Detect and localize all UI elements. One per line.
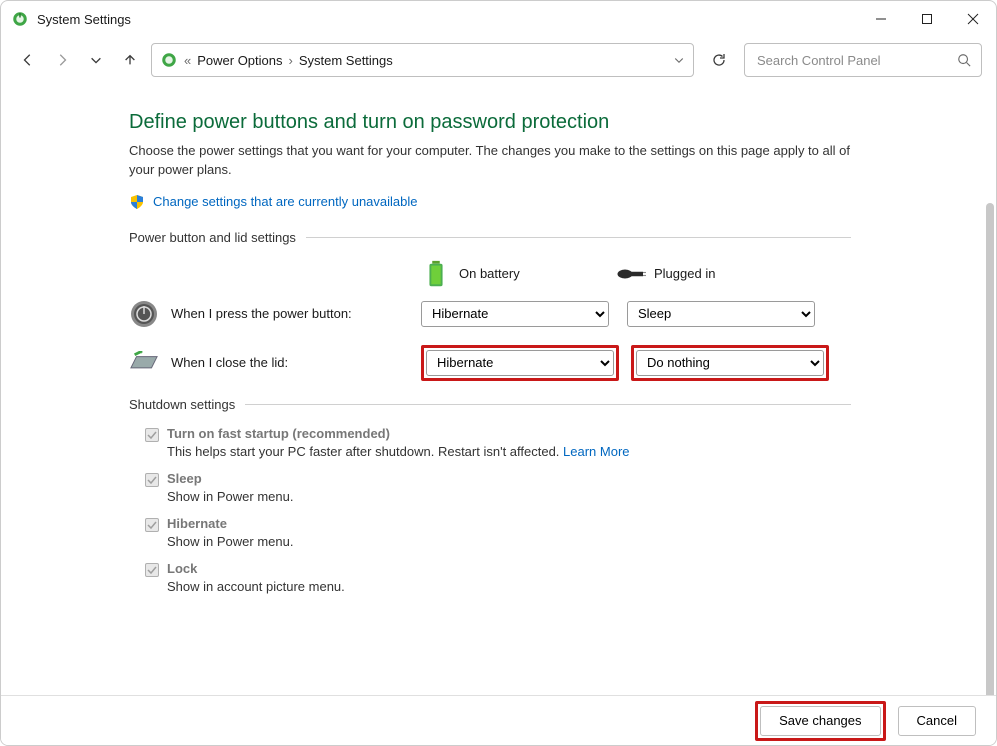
group-power-button-lid: Power button and lid settings bbox=[129, 230, 851, 245]
search-input[interactable] bbox=[755, 52, 949, 69]
lock-checkbox bbox=[145, 563, 159, 577]
power-button-icon bbox=[129, 299, 159, 329]
maximize-button[interactable] bbox=[904, 1, 950, 37]
cancel-button[interactable]: Cancel bbox=[898, 706, 976, 736]
hibernate-desc: Show in Power menu. bbox=[167, 534, 851, 549]
footer: Save changes Cancel bbox=[1, 695, 996, 745]
address-bar[interactable]: « Power Options › System Settings bbox=[151, 43, 694, 77]
lid-icon bbox=[129, 351, 159, 374]
breadcrumb-current[interactable]: System Settings bbox=[299, 53, 393, 68]
highlight-lid-plugged: Do nothing bbox=[631, 345, 829, 381]
save-button[interactable]: Save changes bbox=[760, 706, 880, 736]
recent-dropdown[interactable] bbox=[83, 47, 109, 73]
minimize-button[interactable] bbox=[858, 1, 904, 37]
sleep-desc: Show in Power menu. bbox=[167, 489, 851, 504]
chevron-right-icon: › bbox=[289, 53, 293, 68]
power-button-plugged-select[interactable]: Sleep bbox=[627, 301, 815, 327]
col-plugged-label: Plugged in bbox=[654, 266, 715, 281]
refresh-button[interactable] bbox=[702, 43, 736, 77]
shield-icon bbox=[129, 194, 145, 210]
lid-plugged-select[interactable]: Do nothing bbox=[636, 350, 824, 376]
lock-label: Lock bbox=[167, 561, 197, 576]
window: System Settings « Power Options › System… bbox=[0, 0, 997, 746]
lid-row-label: When I close the lid: bbox=[171, 355, 288, 370]
window-title: System Settings bbox=[37, 12, 131, 27]
address-dropdown-icon[interactable] bbox=[673, 54, 685, 66]
sleep-checkbox bbox=[145, 473, 159, 487]
col-battery-label: On battery bbox=[459, 266, 520, 281]
up-button[interactable] bbox=[117, 47, 143, 73]
hibernate-checkbox bbox=[145, 518, 159, 532]
plug-icon bbox=[616, 259, 646, 289]
power-button-row-label: When I press the power button: bbox=[171, 306, 352, 321]
highlight-save: Save changes bbox=[755, 701, 885, 741]
hibernate-label: Hibernate bbox=[167, 516, 227, 531]
power-button-battery-select[interactable]: Hibernate bbox=[421, 301, 609, 327]
back-button[interactable] bbox=[15, 47, 41, 73]
forward-button[interactable] bbox=[49, 47, 75, 73]
fast-startup-label: Turn on fast startup (recommended) bbox=[167, 426, 390, 441]
titlebar: System Settings bbox=[1, 1, 996, 37]
close-button[interactable] bbox=[950, 1, 996, 37]
lock-desc: Show in account picture menu. bbox=[167, 579, 851, 594]
sleep-label: Sleep bbox=[167, 471, 202, 486]
app-icon bbox=[11, 10, 29, 28]
breadcrumb-ellipsis[interactable]: « bbox=[184, 53, 191, 68]
group-title: Shutdown settings bbox=[129, 397, 235, 412]
learn-more-link[interactable]: Learn More bbox=[563, 444, 629, 459]
location-icon bbox=[160, 51, 178, 69]
page-title: Define power buttons and turn on passwor… bbox=[129, 111, 851, 134]
scrollbar[interactable] bbox=[986, 203, 994, 695]
unlock-settings-link[interactable]: Change settings that are currently unava… bbox=[153, 194, 418, 209]
fast-startup-desc: This helps start your PC faster after sh… bbox=[167, 444, 851, 459]
group-title: Power button and lid settings bbox=[129, 230, 296, 245]
lid-battery-select[interactable]: Hibernate bbox=[426, 350, 614, 376]
search-icon bbox=[957, 53, 971, 67]
fast-startup-checkbox bbox=[145, 428, 159, 442]
search-box[interactable] bbox=[744, 43, 982, 77]
group-shutdown-settings: Shutdown settings bbox=[129, 397, 851, 412]
breadcrumb-parent[interactable]: Power Options bbox=[197, 53, 282, 68]
page-description: Choose the power settings that you want … bbox=[129, 142, 851, 180]
battery-icon bbox=[421, 259, 451, 289]
content-area: Define power buttons and turn on passwor… bbox=[1, 83, 996, 695]
nav-row: « Power Options › System Settings bbox=[1, 37, 996, 83]
highlight-lid-battery: Hibernate bbox=[421, 345, 619, 381]
